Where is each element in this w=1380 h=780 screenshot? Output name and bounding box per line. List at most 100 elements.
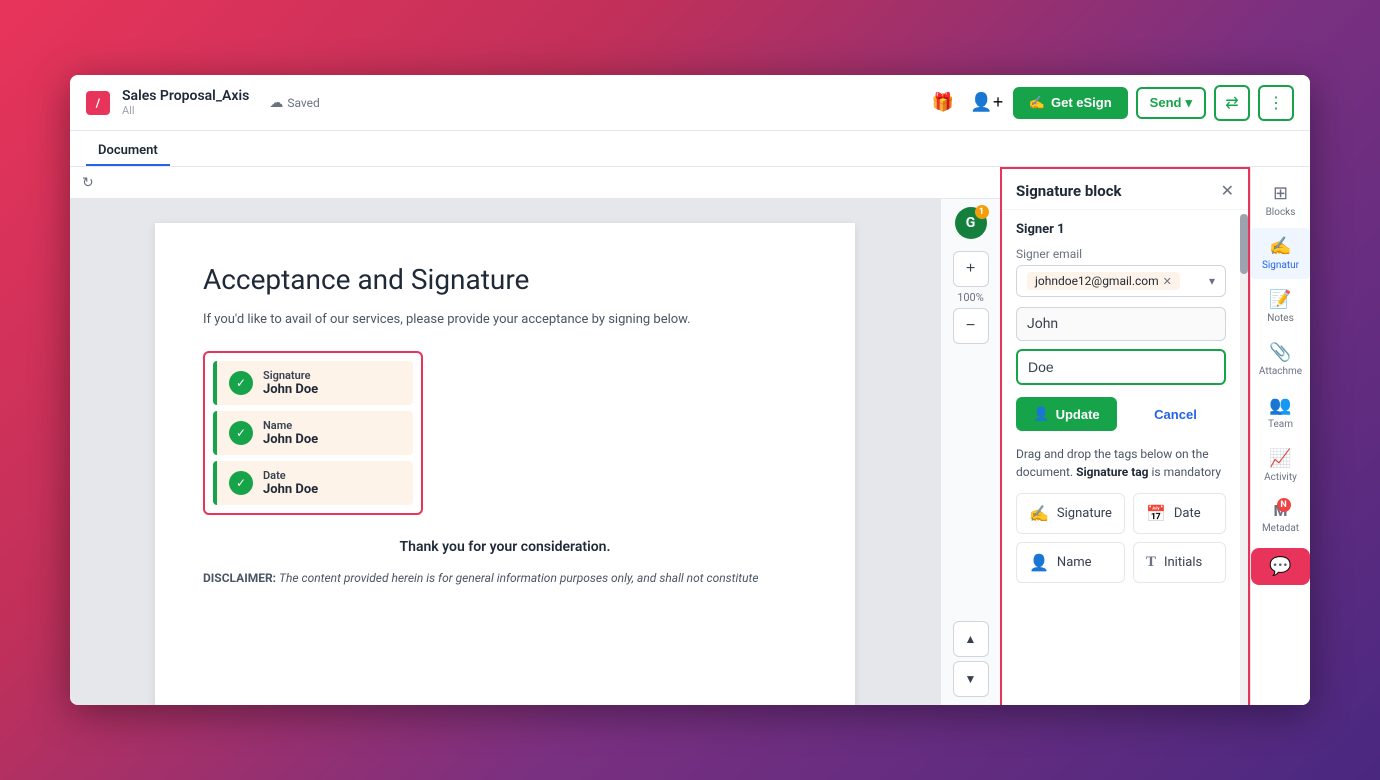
doc-scroll[interactable]: Acceptance and Signature If you'd like t… xyxy=(70,199,940,705)
doc-toolbar: ↻ xyxy=(70,167,1000,199)
send-button[interactable]: Send ▾ xyxy=(1136,87,1206,119)
email-chip-container[interactable]: johndoe12@gmail.com ✕ ▾ xyxy=(1016,265,1226,297)
zoom-in-button[interactable]: + xyxy=(953,251,989,287)
grammarly-button[interactable]: G 1 xyxy=(955,207,987,239)
app-logo: / xyxy=(86,91,110,115)
doc-title: Sales Proposal_Axis xyxy=(122,88,249,104)
metadata-label: Metadat xyxy=(1262,523,1299,534)
sig-panel-header: Signature block ✕ xyxy=(1002,169,1248,210)
scroll-down-button[interactable]: ▼ xyxy=(953,661,989,697)
saved-status: ☁ Saved xyxy=(269,95,319,111)
sig-label-date: Date xyxy=(263,469,318,482)
share-button[interactable]: ⇄ xyxy=(1214,85,1250,121)
team-icon: 👥 xyxy=(1269,395,1291,416)
blocks-icon: ⊞ xyxy=(1273,183,1288,204)
sig-block-date[interactable]: ✓ Date John Doe xyxy=(213,461,413,505)
refresh-icon[interactable]: ↻ xyxy=(82,175,94,191)
chevron-down-icon: ▾ xyxy=(1185,95,1192,111)
tab-document[interactable]: Document xyxy=(86,137,170,166)
doc-heading: Acceptance and Signature xyxy=(203,263,807,296)
metadata-badge: N xyxy=(1277,498,1291,512)
signature-label: Signatur xyxy=(1262,260,1299,271)
drag-hint-bold: Signature tag xyxy=(1076,465,1148,479)
tag-date-label: Date xyxy=(1174,506,1201,521)
sidebar-item-attachments[interactable]: 📎 Attachme xyxy=(1251,334,1310,385)
last-name-input[interactable] xyxy=(1016,349,1226,385)
sidebar-item-signature[interactable]: ✍ Signatur xyxy=(1251,228,1310,279)
first-name-field: John xyxy=(1016,307,1226,341)
sidebar-item-notes[interactable]: 📝 Notes xyxy=(1251,281,1310,332)
email-dropdown-icon[interactable]: ▾ xyxy=(1209,274,1215,288)
main-area: ↻ Acceptance and Signature If you'd like… xyxy=(70,167,1310,705)
tag-date[interactable]: 📅 Date xyxy=(1133,493,1226,534)
sig-name-name: John Doe xyxy=(263,432,318,447)
update-user-icon: 👤 xyxy=(1033,406,1049,422)
scroll-controls: G 1 + 100% − ▲ ▼ xyxy=(940,199,1000,705)
tag-name[interactable]: 👤 Name xyxy=(1016,542,1125,583)
sig-name-date: John Doe xyxy=(263,482,318,497)
tag-signature[interactable]: ✍ Signature xyxy=(1016,493,1125,534)
doc-paragraph: If you'd like to avail of our services, … xyxy=(203,312,807,327)
zoom-level: 100% xyxy=(957,291,984,304)
email-chip: johndoe12@gmail.com ✕ xyxy=(1027,272,1180,290)
tag-initials-label: Initials xyxy=(1164,555,1202,570)
panel-scrollbar-thumb xyxy=(1240,214,1248,274)
tag-initials[interactable]: T Initials xyxy=(1133,542,1226,583)
panel-scroll-area: Signer 1 Signer email johndoe12@gmail.co… xyxy=(1002,210,1248,705)
cancel-button[interactable]: Cancel xyxy=(1125,397,1226,431)
get-esign-button[interactable]: ✍ Get eSign xyxy=(1013,87,1128,119)
panel-scrollbar[interactable] xyxy=(1240,214,1248,705)
more-button[interactable]: ⋮ xyxy=(1258,85,1294,121)
cloud-icon: ☁ xyxy=(269,95,283,111)
gift-button[interactable]: 🎁 xyxy=(925,85,961,121)
initials-tag-icon: T xyxy=(1146,554,1156,571)
attachments-label: Attachme xyxy=(1259,366,1302,377)
team-label: Team xyxy=(1268,419,1293,430)
top-bar-actions: 🎁 👤+ ✍ Get eSign Send ▾ ⇄ ⋮ xyxy=(925,85,1294,121)
notes-label: Notes xyxy=(1267,313,1294,324)
sidebar-item-team[interactable]: 👥 Team xyxy=(1251,387,1310,438)
sub-nav: Document xyxy=(70,131,1310,167)
sig-info-name: Name John Doe xyxy=(263,419,318,447)
user-add-button[interactable]: 👤+ xyxy=(969,85,1005,121)
signature-tag-icon: ✍ xyxy=(1029,504,1049,523)
doc-page: Acceptance and Signature If you'd like t… xyxy=(155,223,855,705)
sig-label-name: Name xyxy=(263,419,318,432)
scroll-up-button[interactable]: ▲ xyxy=(953,621,989,657)
sig-info-signature: Signature John Doe xyxy=(263,369,318,397)
right-sidebar: ⊞ Blocks ✍ Signatur 📝 Notes 📎 Attachme 👥… xyxy=(1250,167,1310,705)
disclaimer-label: DISCLAIMER: xyxy=(203,571,276,585)
sidebar-item-blocks[interactable]: ⊞ Blocks xyxy=(1251,175,1310,226)
signature-icon: ✍ xyxy=(1269,236,1291,257)
email-label: Signer email xyxy=(1016,247,1226,261)
grammarly-badge: 1 xyxy=(975,205,989,219)
doc-subtitle: All xyxy=(122,104,249,117)
update-button[interactable]: 👤 Update xyxy=(1016,397,1117,431)
sig-block-signature[interactable]: ✓ Signature John Doe xyxy=(213,361,413,405)
signature-panel: Signature block ✕ Signer 1 Signer email … xyxy=(1000,167,1250,705)
tag-grid: ✍ Signature 📅 Date 👤 Name T xyxy=(1016,493,1226,583)
sidebar-item-activity[interactable]: 📈 Activity xyxy=(1251,440,1310,491)
thank-you-text: Thank you for your consideration. xyxy=(203,539,807,555)
sidebar-item-metadata[interactable]: M N Metadat xyxy=(1251,493,1310,542)
close-panel-button[interactable]: ✕ xyxy=(1221,181,1234,201)
esign-icon: ✍ xyxy=(1029,95,1045,111)
sig-name-signature: John Doe xyxy=(263,382,318,397)
attachments-icon: 📎 xyxy=(1269,342,1291,363)
sidebar-item-chat[interactable]: 💬 xyxy=(1251,548,1310,585)
sig-label-signature: Signature xyxy=(263,369,318,382)
zoom-out-button[interactable]: − xyxy=(953,308,989,344)
sig-block-name[interactable]: ✓ Name John Doe xyxy=(213,411,413,455)
activity-label: Activity xyxy=(1264,472,1297,483)
notes-icon: 📝 xyxy=(1269,289,1291,310)
tag-signature-label: Signature xyxy=(1057,506,1112,521)
disclaimer-text: DISCLAIMER: The content provided herein … xyxy=(203,571,807,585)
action-row: 👤 Update Cancel xyxy=(1016,397,1226,431)
tag-name-label: Name xyxy=(1057,555,1092,570)
sig-panel-body[interactable]: Signer 1 Signer email johndoe12@gmail.co… xyxy=(1002,210,1240,705)
doc-content: Acceptance and Signature If you'd like t… xyxy=(70,199,1000,705)
disclaimer-content: The content provided herein is for gener… xyxy=(279,571,758,585)
sig-check-date: ✓ xyxy=(229,471,253,495)
date-tag-icon: 📅 xyxy=(1146,504,1166,523)
chip-close-icon[interactable]: ✕ xyxy=(1163,275,1172,288)
